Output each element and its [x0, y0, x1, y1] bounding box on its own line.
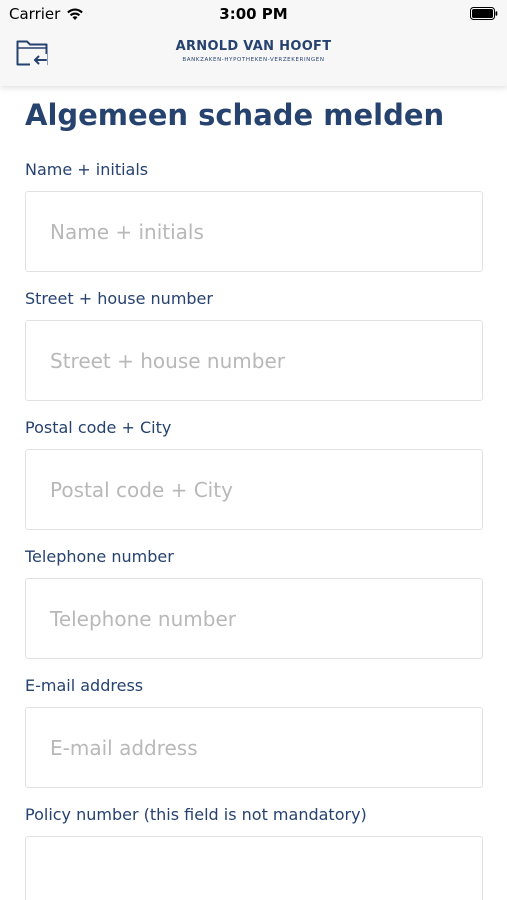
- logo-name: ARNOLD VAN HOOFT: [175, 39, 332, 54]
- field-label: Name + initials: [25, 160, 149, 179]
- name-input[interactable]: [25, 191, 483, 272]
- street-input[interactable]: [25, 320, 483, 401]
- status-bar: Carrier 3:00 PM: [0, 0, 507, 28]
- postal-city-input[interactable]: [25, 449, 483, 530]
- policy-number-input[interactable]: [25, 836, 483, 900]
- field-label: Telephone number: [25, 547, 174, 566]
- status-time: 3:00 PM: [219, 5, 288, 23]
- field-policy-number: Policy number (this field is not mandato…: [25, 804, 483, 900]
- page-title: Algemeen schade melden: [25, 98, 445, 132]
- field-email: E-mail address: [25, 675, 483, 788]
- battery-icon: [470, 7, 498, 20]
- field-label: Policy number (this field is not mandato…: [25, 805, 367, 824]
- field-postal-city: Postal code + City: [25, 417, 483, 530]
- brand-logo: ARNOLD VAN HOOFT BANKZAKEN-HYPOTHEKEN-VE…: [0, 39, 507, 63]
- field-label: Street + house number: [25, 289, 213, 308]
- form-content: Algemeen schade melden Name + initials S…: [0, 86, 507, 900]
- field-street: Street + house number: [25, 288, 483, 401]
- top-bar: Carrier 3:00 PM ARNOLD VAN HOOFT BANKZAK…: [0, 0, 507, 86]
- telephone-input[interactable]: [25, 578, 483, 659]
- nav-bar: ARNOLD VAN HOOFT BANKZAKEN-HYPOTHEKEN-VE…: [0, 30, 507, 82]
- field-label: Postal code + City: [25, 418, 172, 437]
- screen: Carrier 3:00 PM ARNOLD VAN HOOFT BANKZAK…: [0, 0, 507, 900]
- field-telephone: Telephone number: [25, 546, 483, 659]
- field-label: E-mail address: [25, 676, 144, 695]
- logo-tagline: BANKZAKEN-HYPOTHEKEN-VERZEKERINGEN: [182, 57, 325, 63]
- email-input[interactable]: [25, 707, 483, 788]
- field-name: Name + initials: [25, 159, 483, 272]
